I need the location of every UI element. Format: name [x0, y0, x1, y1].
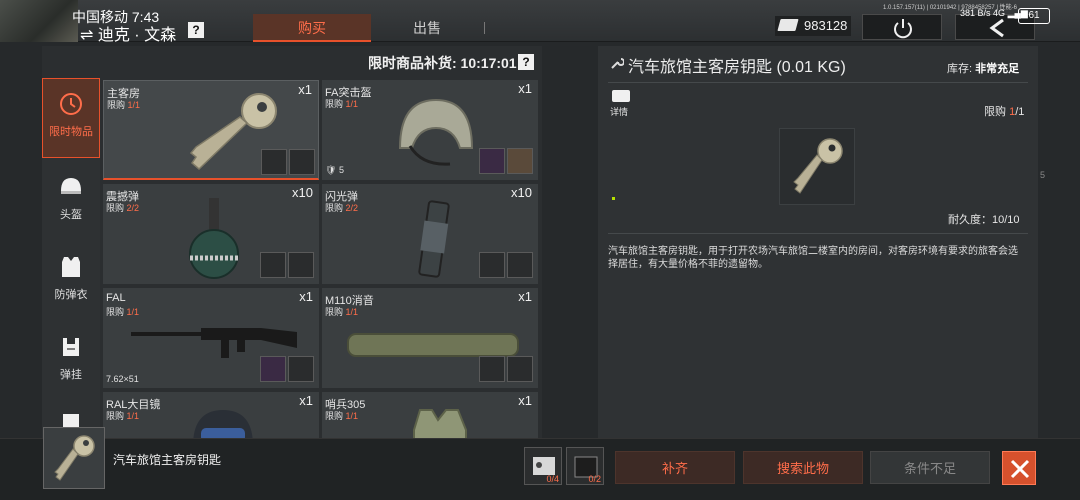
shop-item-card[interactable]: 主客房 限购 1/1 x1 — [103, 80, 319, 180]
restock-timer: 限时商品补货: 10:17:01 — [368, 55, 517, 71]
sidebar-item-chest-rig[interactable]: 弹挂 — [42, 328, 100, 390]
sidebar-item-label: 限时物品 — [49, 126, 93, 138]
tab-buy[interactable]: 购买 — [253, 14, 371, 42]
banknote-icon — [777, 19, 799, 31]
goggles-helmet-icon — [193, 410, 253, 438]
requirement-slot[interactable] — [479, 252, 505, 278]
shop-item-card[interactable]: M110消音 限购 1/1 x1 — [322, 288, 538, 388]
requirement-slot[interactable] — [260, 252, 286, 278]
requirement-slot[interactable] — [288, 252, 314, 278]
tab-sell[interactable]: 出售 — [368, 14, 486, 42]
scroll-indicator: 5 — [1040, 170, 1046, 180]
shop-item-card[interactable]: 哨兵305 限购 1/1 x1 — [322, 392, 538, 438]
stock-status: 库存: 非常充足 — [947, 63, 1020, 75]
sidebar-item-limited[interactable]: 限时物品 — [42, 78, 100, 158]
item-quantity: x1 — [298, 82, 312, 97]
requirement-slot[interactable] — [260, 356, 286, 382]
requirement-slot[interactable] — [507, 148, 533, 174]
power-button[interactable] — [862, 14, 942, 40]
item-limit: 限购 2/2 — [325, 203, 359, 213]
sidebar-item-vest[interactable]: 防弹衣 — [42, 248, 100, 310]
insufficient-condition-button[interactable]: 条件不足 — [870, 451, 990, 484]
sidebar-item-label: 头盔 — [60, 209, 82, 221]
sidebar-item-helmet[interactable]: 头盔 — [42, 168, 100, 230]
search-item-button[interactable]: 搜索此物 — [743, 451, 863, 484]
item-limit: 限购 1/1 — [325, 99, 359, 109]
requirement-slot[interactable] — [479, 356, 505, 382]
detail-purchase-limit: 限购 1/1 — [984, 106, 1025, 118]
sidebar-item-label: 弹挂 — [60, 369, 82, 381]
indicator-dot — [612, 197, 615, 200]
item-detail-panel — [598, 46, 1038, 438]
chest-rig-icon — [63, 338, 79, 356]
player-avatar[interactable] — [0, 0, 78, 42]
info-icon[interactable] — [612, 90, 630, 102]
shop-item-card[interactable]: 闪光弹 限购 2/2 x10 — [322, 184, 538, 284]
details-label[interactable]: 详情 — [610, 105, 628, 118]
requirement-count: 0/4 — [546, 474, 559, 484]
item-preview — [779, 128, 855, 205]
requirement-slot[interactable] — [261, 149, 287, 175]
requirement-material-slot[interactable]: 0/4 — [524, 447, 562, 485]
key-icon — [793, 138, 843, 194]
item-quantity: x10 — [292, 185, 313, 200]
requirement-case-slot[interactable]: 0/2 — [566, 447, 604, 485]
shop-item-card[interactable]: 震撼弹 限购 2/2 x10 — [103, 184, 319, 284]
item-limit: 限购 1/1 — [106, 411, 140, 421]
item-quantity: x1 — [518, 393, 532, 408]
item-quantity: x10 — [511, 185, 532, 200]
requirement-count: 0/2 — [588, 474, 601, 484]
net-speed: 381 B/s — [960, 8, 991, 18]
net-type: 4G — [993, 8, 1006, 18]
help-button[interactable]: ? — [188, 22, 204, 38]
item-description: 汽车旅馆主客房钥匙，用于打开农场汽车旅馆二楼室内的房间，对客房环境有要求的旅客会… — [608, 246, 1018, 270]
battery-icon: 61 — [1018, 8, 1050, 24]
armor-level: 🛡 5 — [325, 165, 344, 175]
divider — [608, 82, 1028, 83]
helmet-icon — [61, 178, 81, 194]
shop-item-card[interactable]: FAL 限购 1/1 x1 7.62×51 — [103, 288, 319, 388]
key-icon — [54, 435, 95, 481]
item-limit: 限购 1/1 — [107, 100, 141, 110]
close-button[interactable] — [1002, 451, 1036, 485]
wrench-icon — [611, 58, 624, 69]
close-icon — [1010, 459, 1030, 479]
caliber-label: 7.62×51 — [106, 374, 139, 384]
shop-item-card[interactable]: RAL大目镜 限购 1/1 x1 — [103, 392, 319, 438]
vest-icon — [62, 257, 80, 277]
requirement-slot[interactable] — [479, 148, 505, 174]
item-limit: 限购 1/1 — [325, 411, 359, 421]
selected-item-thumbnail — [43, 427, 105, 489]
requirement-slot[interactable] — [507, 356, 533, 382]
item-quantity: x1 — [299, 393, 313, 408]
requirement-slot[interactable] — [507, 252, 533, 278]
sidebar-item-label: 防弹衣 — [54, 289, 88, 301]
selected-item-name: 汽车旅馆主客房钥匙 — [113, 453, 222, 467]
armor-vest-icon — [413, 409, 467, 438]
clock-icon — [60, 93, 82, 115]
item-quantity: x1 — [518, 81, 532, 96]
restock-help-button[interactable]: ? — [518, 54, 534, 70]
item-detail-title: 汽车旅馆主客房钥匙 (0.01 KG) — [628, 59, 846, 76]
requirement-slot[interactable] — [289, 149, 315, 175]
item-limit: 限购 2/2 — [106, 203, 140, 213]
shop-item-card[interactable]: FA突击盔 限购 1/1 x1 🛡 5 — [322, 80, 538, 180]
requirement-slot[interactable] — [288, 356, 314, 382]
tab-divider — [484, 22, 485, 34]
fill-button[interactable]: 补齐 — [615, 451, 735, 484]
durability-value: 耐久度：10/10 — [948, 214, 1020, 226]
power-icon — [894, 19, 912, 39]
player-name[interactable]: ⇌ 迪克 · 文森 — [80, 21, 176, 45]
item-quantity: x1 — [299, 289, 313, 304]
currency-value: 983128 — [804, 18, 848, 33]
divider — [608, 233, 1028, 234]
